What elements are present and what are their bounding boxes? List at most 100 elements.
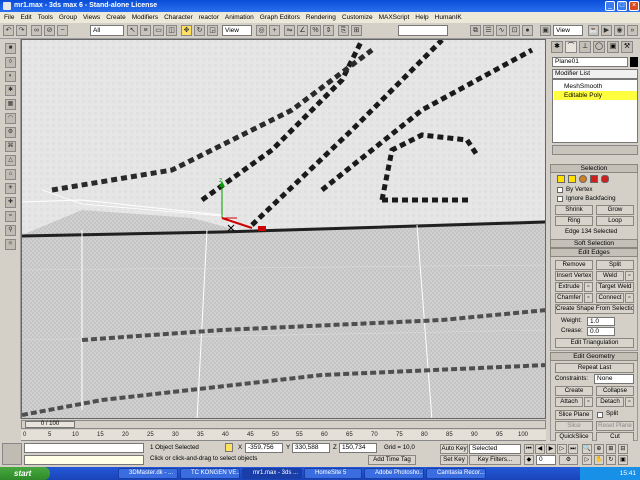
stack-item-meshsmooth[interactable]: MeshSmooth <box>554 82 637 91</box>
material-editor-icon[interactable]: ● <box>522 25 533 36</box>
utilities-tab-icon[interactable]: ⚒ <box>621 41 633 53</box>
display-tab-icon[interactable]: ▣ <box>607 41 619 53</box>
create-tab-icon[interactable]: ✱ <box>551 41 563 53</box>
extrude-button[interactable]: Extrude <box>555 282 583 292</box>
weld-button[interactable]: Weld <box>596 271 624 281</box>
menu-create[interactable]: Create <box>106 14 126 21</box>
render-scene-icon[interactable]: ▣ <box>540 25 551 36</box>
vertex-mode-icon[interactable] <box>557 175 565 183</box>
tab-objects-icon[interactable]: ■ <box>5 43 16 54</box>
slice-button[interactable]: Slice <box>555 421 593 431</box>
modifier-stack[interactable]: MeshSmooth Editable Poly <box>552 79 638 143</box>
rectangle-selection-icon[interactable]: ▭ <box>153 25 164 36</box>
render-type-select[interactable]: View <box>553 25 583 36</box>
menu-graph-editors[interactable]: Graph Editors <box>260 14 300 21</box>
select-move-icon[interactable]: ✥ <box>181 25 192 36</box>
rollout-selection-header[interactable]: Selection <box>550 164 638 173</box>
maxscript-mini-listener[interactable] <box>24 443 144 453</box>
quick-render-icon[interactable]: ☕ <box>588 25 599 36</box>
weld-settings-icon[interactable]: ▫ <box>625 271 634 281</box>
menu-humanik[interactable]: HumanIK <box>435 14 462 21</box>
maxscript-listener-icon[interactable] <box>2 443 22 465</box>
perspective-viewport[interactable]: z <box>21 39 546 419</box>
spinner-snap-icon[interactable]: ⇕ <box>323 25 334 36</box>
pivot-center-icon[interactable]: ◎ <box>256 25 267 36</box>
z-coordinate-field[interactable]: 150,734 <box>339 443 377 453</box>
window-crossing-icon[interactable]: ◫ <box>166 25 177 36</box>
named-selection-icon[interactable]: ⎘ <box>338 25 349 36</box>
zoom-extents-all-icon[interactable]: ⊟ <box>618 444 628 454</box>
shrink-button[interactable]: Shrink <box>555 205 593 215</box>
field-of-view-icon[interactable]: ▷ <box>582 455 592 465</box>
minimize-icon[interactable]: _ <box>605 1 615 11</box>
unlink-icon[interactable]: ⊘ <box>44 25 55 36</box>
crease-input[interactable]: 0.0 <box>587 327 615 336</box>
task-tc-kongen[interactable]: TC KONGEN VE... <box>180 468 240 479</box>
chamfer-settings-icon[interactable]: ▫ <box>584 293 593 303</box>
modifier-list-select[interactable]: Modifier List <box>552 69 638 79</box>
menu-character[interactable]: Character <box>164 14 193 21</box>
target-weld-button[interactable]: Target Weld <box>596 282 634 292</box>
lock-selection-icon[interactable] <box>225 443 233 452</box>
undo-icon[interactable]: ↶ <box>3 25 14 36</box>
time-slider[interactable] <box>21 420 546 429</box>
bind-space-warp-icon[interactable]: ~ <box>57 25 68 36</box>
y-coordinate-field[interactable]: 330,588 <box>292 443 330 453</box>
create-shape-button[interactable]: Create Shape From Selection <box>555 304 634 314</box>
menu-edit[interactable]: Edit <box>20 14 31 21</box>
split-checkbox[interactable] <box>597 412 603 418</box>
tab-lights-icon[interactable]: ☀ <box>5 183 16 194</box>
x-coordinate-field[interactable]: -359,756 <box>245 443 283 453</box>
key-mode-toggle-icon[interactable]: ◆ <box>524 455 534 465</box>
current-frame-field[interactable]: 0 <box>536 455 556 465</box>
previous-frame-icon[interactable]: ◀ <box>535 444 545 454</box>
tab-mesh-icon[interactable]: △ <box>5 155 16 166</box>
key-mode-select[interactable]: Selected <box>469 444 521 454</box>
object-name-field[interactable]: Plane01 <box>552 57 628 67</box>
tab-systems-icon[interactable]: ⚲ <box>5 225 16 236</box>
border-mode-icon[interactable] <box>579 175 587 183</box>
chamfer-button[interactable]: Chamfer <box>555 293 583 303</box>
slice-plane-button[interactable]: Slice Plane <box>555 410 593 420</box>
named-selection-sets-select[interactable] <box>398 25 448 36</box>
detach-button[interactable]: Detach <box>596 397 624 407</box>
zoom-icon[interactable]: 🔍 <box>582 444 592 454</box>
start-button[interactable]: start <box>0 467 50 480</box>
rollout-edit-geometry-header[interactable]: Edit Geometry <box>550 352 638 361</box>
grow-button[interactable]: Grow <box>596 205 634 215</box>
menu-animation[interactable]: Animation <box>225 14 254 21</box>
link-icon[interactable]: ∞ <box>31 25 42 36</box>
toolbar-more-icon[interactable]: » <box>627 25 638 36</box>
repeat-last-button[interactable]: Repeat Last <box>555 363 634 373</box>
extrude-settings-icon[interactable]: ▫ <box>584 282 593 292</box>
ignore-backfacing-checkbox[interactable] <box>557 196 563 202</box>
redo-icon[interactable]: ↷ <box>16 25 27 36</box>
add-time-tag-button[interactable]: Add Time Tag <box>368 455 416 465</box>
rollout-soft-selection-header[interactable]: Soft Selection <box>550 239 638 248</box>
arc-rotate-icon[interactable]: ↻ <box>606 455 616 465</box>
select-rotate-icon[interactable]: ↻ <box>194 25 205 36</box>
selection-filter-select[interactable]: All <box>90 25 124 36</box>
curve-editor-icon[interactable]: ∿ <box>496 25 507 36</box>
maximize-icon[interactable]: □ <box>617 1 627 11</box>
menu-help[interactable]: Help <box>415 14 428 21</box>
select-object-icon[interactable]: ↖ <box>127 25 138 36</box>
align-icon[interactable]: ⊞ <box>351 25 362 36</box>
menu-reactor[interactable]: reactor <box>199 14 219 21</box>
menu-maxscript[interactable]: MAXScript <box>379 14 410 21</box>
hierarchy-tab-icon[interactable]: ⊥ <box>579 41 591 53</box>
stack-item-editable-poly[interactable]: Editable Poly <box>554 91 637 100</box>
detach-settings-icon[interactable]: ▫ <box>625 397 634 407</box>
reset-plane-button[interactable]: Reset Plane <box>596 421 634 431</box>
maximize-viewport-icon[interactable]: ▣ <box>618 455 628 465</box>
app-icon[interactable] <box>3 2 11 10</box>
reference-coordinate-select[interactable]: View <box>222 25 252 36</box>
weight-input[interactable]: 1.0 <box>587 317 615 326</box>
task-camtasia[interactable]: Camtasia Recor... <box>426 468 486 479</box>
connect-button[interactable]: Connect <box>596 293 624 303</box>
remove-button[interactable]: Remove <box>555 260 593 270</box>
menu-rendering[interactable]: Rendering <box>306 14 336 21</box>
task-3dsmax[interactable]: mr1.max - 3ds ... <box>242 468 302 479</box>
tab-shapes-icon[interactable]: ◊ <box>5 57 16 68</box>
select-scale-icon[interactable]: ◲ <box>207 25 218 36</box>
